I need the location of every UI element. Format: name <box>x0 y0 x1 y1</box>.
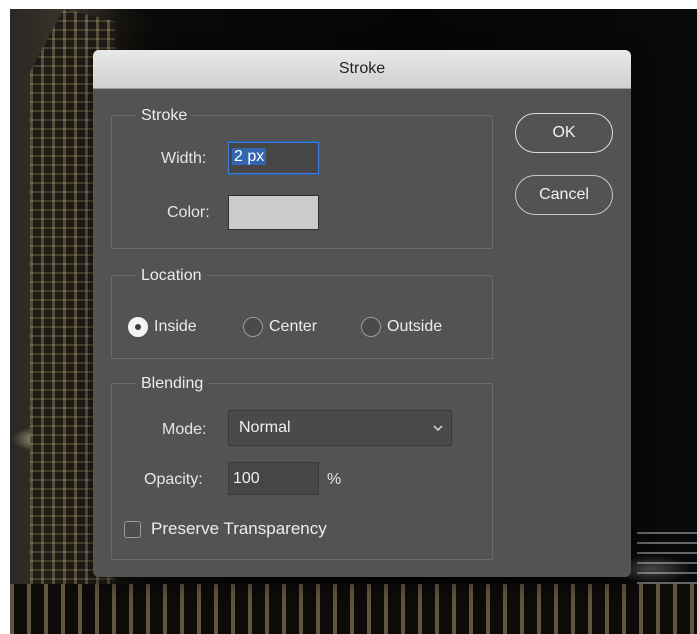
width-label: Width: <box>161 150 207 167</box>
width-input[interactable]: 2 px <box>228 142 319 174</box>
opacity-input[interactable]: 100 <box>228 462 319 495</box>
cancel-button[interactable]: Cancel <box>515 175 613 215</box>
radio-center-indicator <box>243 317 263 337</box>
preserve-transparency-checkbox[interactable]: Preserve Transparency <box>124 519 327 539</box>
radio-outside-indicator <box>361 317 381 337</box>
stroke-legend: Stroke <box>136 106 193 126</box>
ok-button[interactable]: OK <box>515 113 613 153</box>
mode-select[interactable]: Normal <box>228 410 452 446</box>
radio-center-label: Center <box>269 318 318 335</box>
width-value: 2 px <box>232 148 267 165</box>
radio-inside[interactable]: Inside <box>128 317 197 337</box>
preserve-transparency-label: Preserve Transparency <box>151 519 327 538</box>
background-skyline <box>10 584 697 634</box>
radio-inside-indicator <box>128 317 148 337</box>
radio-center[interactable]: Center <box>243 317 317 337</box>
radio-outside[interactable]: Outside <box>361 317 442 337</box>
mode-value: Normal <box>239 419 291 436</box>
location-legend: Location <box>136 266 207 286</box>
stroke-dialog: Stroke Stroke Width: 2 px Color: Locatio… <box>93 50 631 577</box>
opacity-label: Opacity: <box>144 471 203 488</box>
opacity-unit: % <box>327 471 342 488</box>
chevron-down-icon <box>433 425 443 432</box>
radio-inside-label: Inside <box>154 318 197 335</box>
checkbox-box <box>124 520 141 538</box>
radio-outside-label: Outside <box>387 318 443 335</box>
opacity-value: 100 <box>233 470 260 487</box>
dialog-title: Stroke <box>93 50 631 89</box>
color-label: Color: <box>167 204 210 221</box>
blending-legend: Blending <box>136 374 209 394</box>
color-swatch[interactable] <box>228 195 319 230</box>
mode-label: Mode: <box>162 421 207 438</box>
background-lights <box>637 524 697 584</box>
